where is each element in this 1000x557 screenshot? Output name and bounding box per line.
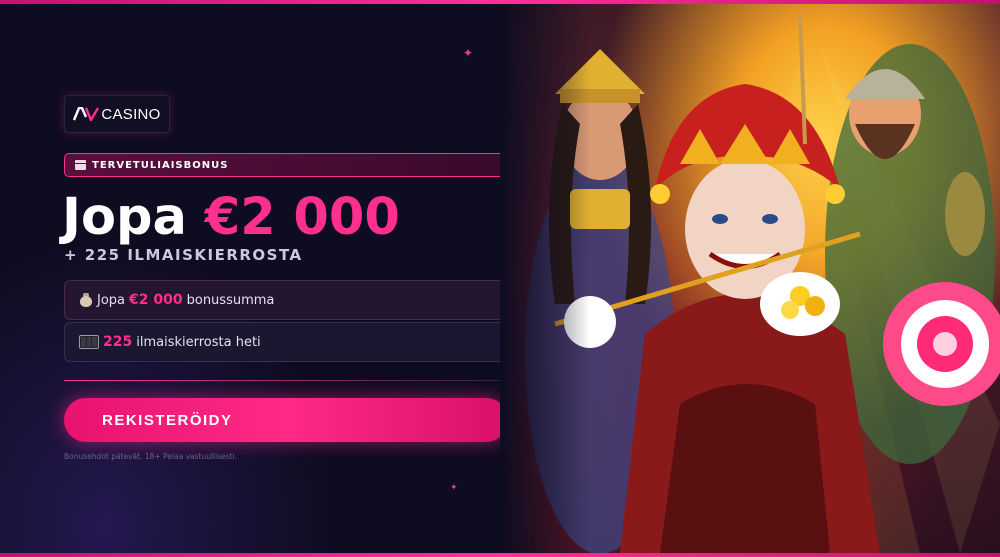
bottom-accent-line <box>0 553 1000 557</box>
slot-characters-illustration <box>500 4 1000 553</box>
register-button-label: REKISTERÖIDY <box>102 411 233 429</box>
headline-prefix: Jopa <box>62 188 187 247</box>
promo-panel <box>0 4 520 553</box>
logo-mark-icon <box>73 107 100 121</box>
divider <box>64 380 504 381</box>
slot-reels-icon <box>79 335 99 349</box>
welcome-bonus-tag: TERVETULIAISBONUS <box>64 153 506 177</box>
register-button[interactable]: REKISTERÖIDY <box>64 398 508 442</box>
feature-highlight: 225 <box>103 334 133 350</box>
feature-prefix: Jopa <box>97 292 126 308</box>
hero-fade-overlay <box>500 4 590 553</box>
feature-highlight: €2 000 <box>129 292 183 308</box>
feature-text: bonussumma <box>186 292 275 308</box>
casino-logo[interactable]: CASINO <box>64 95 170 133</box>
feature-bonus-amount: Jopa €2 000 bonussumma <box>64 280 506 320</box>
free-spins-subhead: + 225 ILMAISKIERROSTA <box>64 246 303 264</box>
terms-disclaimer: Bonusehdot pätevät. 18+ Pelaa vastuullis… <box>64 452 238 461</box>
feature-text: ilmaiskierrosta heti <box>136 334 261 350</box>
gift-icon <box>75 160 86 170</box>
sparkle-icon: ✦ <box>463 46 474 60</box>
money-bag-icon <box>79 292 93 308</box>
bonus-tag-label: TERVETULIAISBONUS <box>92 159 229 171</box>
sparkle-icon: ✦ <box>450 483 458 493</box>
bonus-headline: Jopa €2 000 <box>62 188 400 248</box>
logo-text: CASINO <box>101 105 161 123</box>
feature-free-spins: 225 ilmaiskierrosta heti <box>64 322 506 362</box>
headline-amount: €2 000 <box>204 188 400 247</box>
